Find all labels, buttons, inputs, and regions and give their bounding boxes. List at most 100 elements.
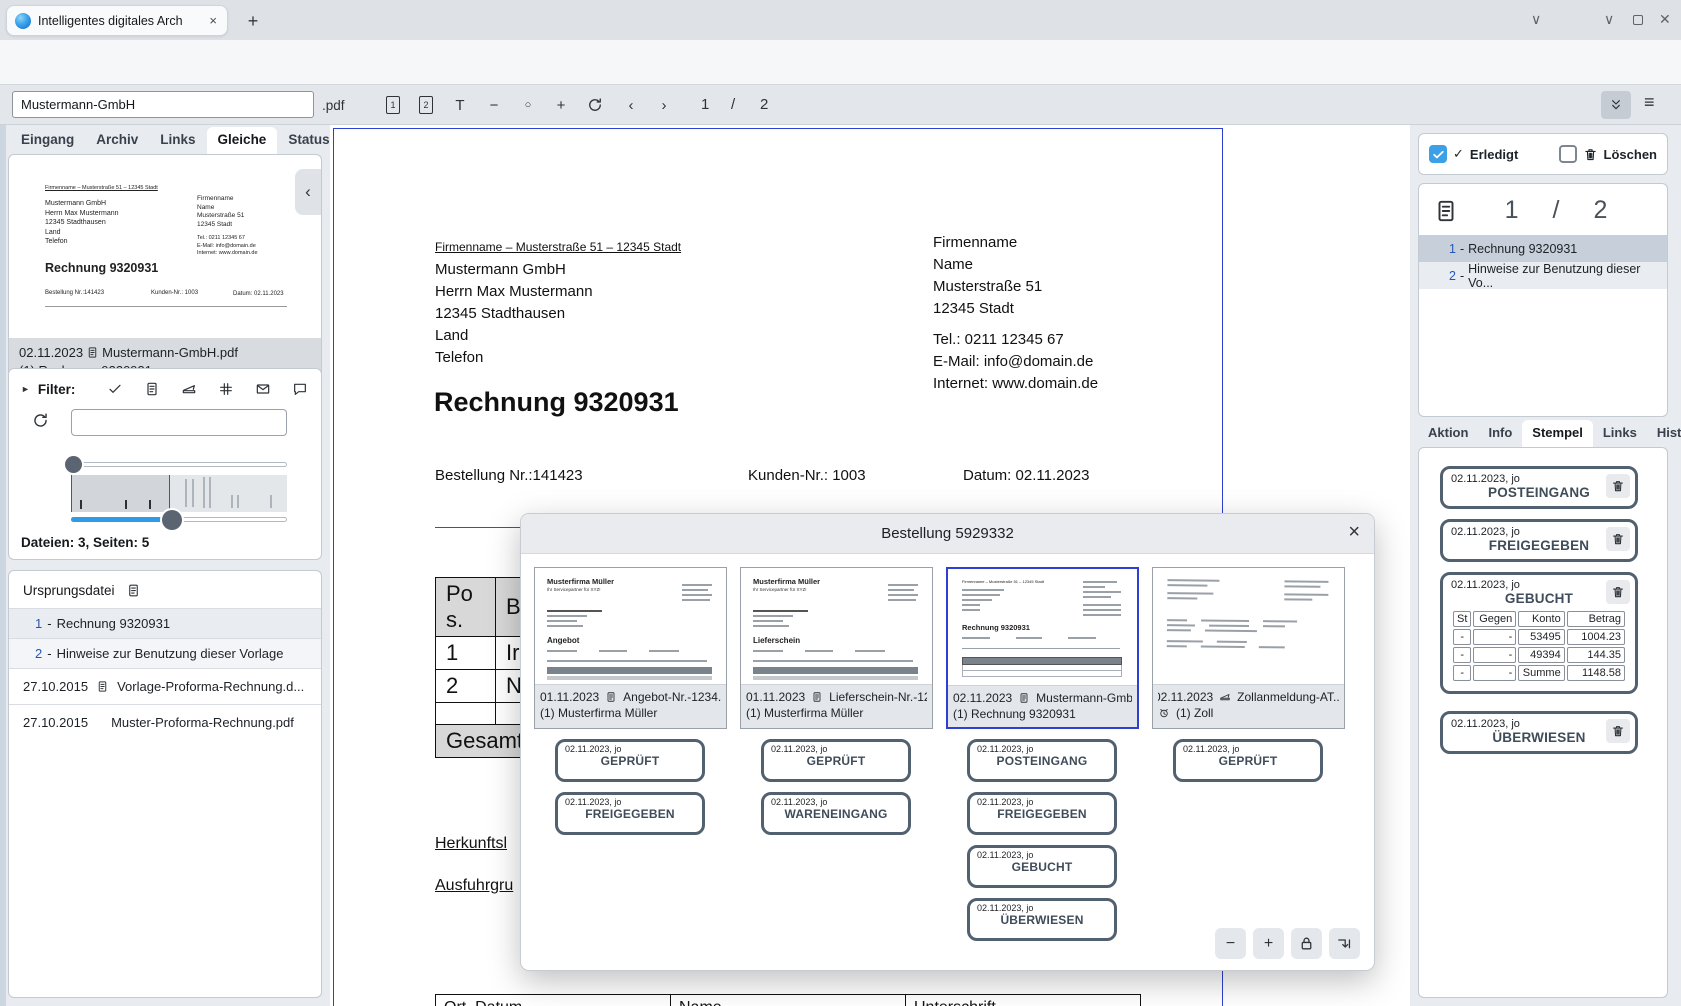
range-end-handle[interactable]	[162, 510, 182, 530]
origin-file-row-2[interactable]: 27.10.2015 Muster-Proforma-Rechnung.pdf	[9, 704, 321, 740]
browser-tab[interactable]: Intelligentes digitales Arch ×	[6, 5, 228, 36]
preview-lines	[1284, 580, 1328, 603]
page-histogram[interactable]	[71, 475, 287, 512]
zoom-reset-icon[interactable]: ○	[514, 91, 542, 119]
comment-filter-icon[interactable]	[292, 381, 308, 397]
tab-info[interactable]: Info	[1478, 420, 1522, 447]
scanner-filter-icon[interactable]	[181, 381, 197, 397]
delete-checkbox[interactable]	[1559, 145, 1577, 163]
stamp-gebucht[interactable]: 02.11.2023, jo GEBUCHT St Gegen Konto Be…	[1440, 572, 1638, 694]
file-name: Mustermann-GmbH.pdf	[102, 345, 238, 360]
linked-doc-card[interactable]: 02.11.2023 Zollanmeldung-AT... (1) Zoll	[1152, 567, 1345, 729]
page-separator: /	[731, 96, 735, 113]
document-thumbnail[interactable]: Firmenname – Musterstraße 51 – 12345 Sta…	[9, 155, 321, 311]
alarm-clock-icon	[1158, 707, 1170, 719]
assign-icon[interactable]	[1329, 928, 1360, 959]
grid-filter-icon[interactable]	[218, 381, 234, 397]
lock-icon[interactable]	[1291, 928, 1322, 959]
dialog-header[interactable]: Bestellung 5929332 ×	[521, 514, 1374, 554]
linked-doc-caption[interactable]: 02.11.2023 Zollanmeldung-AT... (1) Zoll	[1153, 684, 1344, 729]
linked-doc-caption[interactable]: 01.11.2023 Lieferschein-Nr.-12... (1) Mu…	[741, 684, 932, 729]
prev-page-icon[interactable]: ‹	[617, 91, 645, 119]
page-layout-2-icon[interactable]: 2	[412, 91, 440, 119]
filename-input[interactable]	[12, 91, 314, 118]
origin-file-row-1[interactable]: 27.10.2015 Vorlage-Proforma-Rechnung.d..…	[9, 668, 321, 704]
window-close-icon[interactable]: ✕	[1659, 11, 1671, 28]
new-tab-button[interactable]: +	[240, 8, 266, 34]
stamp-posteingang[interactable]: 02.11.2023, jo POSTEINGANG	[1440, 466, 1638, 509]
page-current: 1	[1505, 196, 1519, 225]
linked-doc-caption[interactable]: 01.11.2023 Angebot-Nr.-1234.pdf (1) Must…	[535, 684, 726, 729]
delete-stamp-icon[interactable]	[1606, 474, 1630, 498]
document-filter-icon[interactable]	[144, 381, 160, 397]
delete-stamp-icon[interactable]	[1606, 719, 1630, 743]
booking-table: St Gegen Konto Betrag - - 53495 1004.23 …	[1451, 609, 1627, 683]
linked-doc-card[interactable]: Musterfirma Müller Ihr Servicepartner fü…	[534, 567, 727, 729]
page-list-panel: 1 / 2 1 - Rechnung 9320931 2 - Hinweise …	[1418, 183, 1668, 417]
double-chevron-down-icon[interactable]	[1601, 91, 1631, 119]
stamp-geprueft[interactable]: 02.11.2023, jo GEPRÜFT	[555, 739, 705, 782]
mail-filter-icon[interactable]	[255, 381, 271, 397]
stamp-ueberwiesen[interactable]: 02.11.2023, jo ÜBERWIESEN	[967, 898, 1117, 941]
preview-lines	[1167, 619, 1327, 652]
close-icon[interactable]: ×	[1348, 521, 1360, 544]
stamp-geprueft[interactable]: 02.11.2023, jo GEPRÜFT	[761, 739, 911, 782]
tab-close-icon[interactable]: ×	[207, 13, 219, 28]
stamp-ueberwiesen[interactable]: 02.11.2023, jo ÜBERWIESEN	[1440, 711, 1638, 754]
refresh-filter-icon[interactable]	[31, 411, 50, 430]
tab-links[interactable]: Links	[149, 127, 206, 154]
stamp-freigegeben[interactable]: 02.11.2023, jo FREIGEGEBEN	[967, 792, 1117, 835]
origin-page-row-2[interactable]: 2 - Hinweise zur Benutzung dieser Vorlag…	[9, 638, 321, 668]
pdf-menu-icon[interactable]: ≡	[1644, 92, 1655, 113]
dialog-toolbar: − +	[1215, 928, 1360, 959]
tab-eingang[interactable]: Eingang	[10, 127, 85, 154]
tab-historie[interactable]: Historie	[1647, 420, 1681, 447]
collapse-panel-icon[interactable]: ‹	[295, 169, 321, 215]
zoom-in-icon[interactable]: +	[547, 91, 575, 119]
range-start-handle[interactable]	[65, 456, 82, 473]
next-page-icon[interactable]: ›	[650, 91, 678, 119]
stamp-wareneingang[interactable]: 02.11.2023, jo WARENEINGANG	[761, 792, 911, 835]
page-row-2[interactable]: 2 - Hinweise zur Benutzung dieser Vo...	[1419, 262, 1667, 289]
window-minimize-icon[interactable]: ∨	[1604, 11, 1614, 28]
check-filter-icon[interactable]	[107, 381, 123, 397]
document-icon	[96, 680, 109, 693]
linked-doc-column-angebot: Musterfirma Müller Ihr Servicepartner fü…	[534, 567, 727, 941]
rotate-icon[interactable]	[581, 91, 609, 119]
list-tabs-icon[interactable]: ∨	[1531, 11, 1541, 28]
zoom-in-button[interactable]: +	[1253, 928, 1284, 959]
page-current: 1	[701, 96, 709, 113]
stamp-freigegeben[interactable]: 02.11.2023, jo FREIGEGEBEN	[1440, 519, 1638, 562]
text-tool-icon[interactable]: T	[446, 91, 474, 119]
linked-doc-column-rechnung: Firmenname – Musterstraße 51 – 12345 Sta…	[946, 567, 1139, 941]
stamp-gebucht[interactable]: 02.11.2023, jo GEBUCHT	[967, 845, 1117, 888]
page-range-slider-track[interactable]	[71, 462, 287, 467]
tab-stempel[interactable]: Stempel	[1522, 420, 1593, 447]
stamp-freigegeben[interactable]: 02.11.2023, jo FREIGEGEBEN	[555, 792, 705, 835]
linked-doc-card-selected[interactable]: Firmenname – Musterstraße 51 – 12345 Sta…	[946, 567, 1139, 729]
page-row-1[interactable]: 1 - Rechnung 9320931	[1419, 235, 1667, 262]
delete-label: Löschen	[1604, 147, 1657, 162]
stamp-posteingang[interactable]: 02.11.2023, jo POSTEINGANG	[967, 739, 1117, 782]
delete-stamp-icon[interactable]	[1606, 580, 1630, 604]
preview-divider	[45, 306, 287, 307]
document-icon	[1018, 692, 1030, 704]
window-maximize-icon[interactable]	[1633, 15, 1643, 25]
tab-gleiche[interactable]: Gleiche	[207, 127, 278, 154]
linked-doc-card[interactable]: Musterfirma Müller Ihr Servicepartner fü…	[740, 567, 933, 729]
stamp-geprueft[interactable]: 02.11.2023, jo GEPRÜFT	[1173, 739, 1323, 782]
origin-page-row-1[interactable]: 1 - Rechnung 9320931	[9, 608, 321, 638]
delete-stamp-icon[interactable]	[1606, 527, 1630, 551]
filter-expand-icon[interactable]: ►	[21, 384, 30, 394]
file-date: 02.11.2023	[19, 345, 83, 360]
tab-aktion[interactable]: Aktion	[1418, 420, 1478, 447]
done-checkbox[interactable]	[1429, 145, 1447, 163]
tab-archiv[interactable]: Archiv	[85, 127, 149, 154]
zoom-out-button[interactable]: −	[1215, 928, 1246, 959]
tab-links[interactable]: Links	[1593, 420, 1647, 447]
page-layout-1-icon[interactable]: 1	[379, 91, 407, 119]
linked-doc-caption-selected[interactable]: 02.11.2023 Mustermann-Gmb... (1) Rechnun…	[948, 685, 1137, 729]
filter-input[interactable]	[71, 409, 287, 436]
check-icon: ✓	[1453, 146, 1464, 162]
zoom-out-icon[interactable]: −	[480, 91, 508, 119]
